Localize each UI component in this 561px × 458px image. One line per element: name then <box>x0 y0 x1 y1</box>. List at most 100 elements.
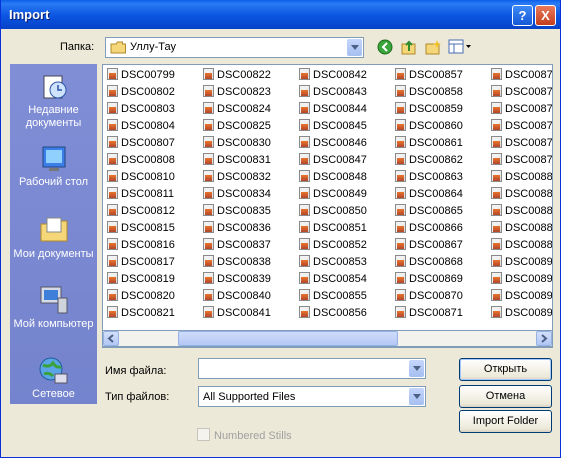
file-item[interactable]: DSC00843 <box>299 84 367 100</box>
file-item[interactable]: DSC0088 <box>491 237 552 253</box>
file-item[interactable]: DSC00848 <box>299 169 367 185</box>
file-item[interactable]: DSC0088 <box>491 203 552 219</box>
file-item[interactable]: DSC00799 <box>107 67 175 83</box>
file-item[interactable]: DSC00856 <box>299 305 367 321</box>
file-item[interactable]: DSC00844 <box>299 101 367 117</box>
file-item[interactable]: DSC00850 <box>299 203 367 219</box>
file-item[interactable]: DSC00821 <box>107 305 175 321</box>
file-item[interactable]: DSC00838 <box>203 254 271 270</box>
file-item[interactable]: DSC00810 <box>107 169 175 185</box>
file-item[interactable]: DSC00822 <box>203 67 271 83</box>
file-item[interactable]: DSC0087 <box>491 67 552 83</box>
file-item[interactable]: DSC00836 <box>203 220 271 236</box>
file-item[interactable]: DSC0088 <box>491 220 552 236</box>
filetype-select[interactable]: All Supported Files <box>198 386 426 407</box>
file-item[interactable]: DSC00853 <box>299 254 367 270</box>
file-item[interactable]: DSC00868 <box>395 254 463 270</box>
file-item[interactable]: DSC00861 <box>395 135 463 151</box>
view-menu-icon[interactable] <box>448 39 472 55</box>
place-network[interactable]: Сетевое <box>10 356 97 401</box>
file-item[interactable]: DSC0089 <box>491 254 552 270</box>
file-item[interactable]: DSC00857 <box>395 67 463 83</box>
file-item[interactable]: DSC0087 <box>491 118 552 134</box>
file-item[interactable]: DSC00808 <box>107 152 175 168</box>
filetype-dropdown-icon[interactable] <box>409 388 424 405</box>
file-item[interactable]: DSC00846 <box>299 135 367 151</box>
file-item[interactable]: DSC0089 <box>491 271 552 287</box>
file-item[interactable]: DSC00812 <box>107 203 175 219</box>
numbered-stills-checkbox[interactable]: Numbered Stills <box>197 428 292 442</box>
file-item[interactable]: DSC00871 <box>395 305 463 321</box>
file-item[interactable]: DSC00855 <box>299 288 367 304</box>
file-item[interactable]: DSC00865 <box>395 203 463 219</box>
file-item[interactable]: DSC00867 <box>395 237 463 253</box>
file-item[interactable]: DSC00825 <box>203 118 271 134</box>
file-item[interactable]: DSC0088 <box>491 186 552 202</box>
file-item[interactable]: DSC00804 <box>107 118 175 134</box>
cancel-button[interactable]: Отмена <box>459 385 552 408</box>
file-item[interactable]: DSC00839 <box>203 271 271 287</box>
scroll-right-icon[interactable] <box>536 331 552 346</box>
file-item[interactable]: DSC00831 <box>203 152 271 168</box>
file-item[interactable]: DSC00860 <box>395 118 463 134</box>
file-item[interactable]: DSC0087 <box>491 152 552 168</box>
file-item[interactable]: DSC0087 <box>491 84 552 100</box>
folder-combo[interactable]: Уллу-Тау <box>105 37 364 58</box>
open-button[interactable]: Открыть <box>459 358 552 381</box>
file-item[interactable]: DSC00811 <box>107 186 174 202</box>
file-item[interactable]: DSC0089 <box>491 288 552 304</box>
place-desktop[interactable]: Рабочий стол <box>10 144 97 189</box>
file-item[interactable]: DSC00817 <box>107 254 175 270</box>
file-item[interactable]: DSC00816 <box>107 237 175 253</box>
file-item[interactable]: DSC00858 <box>395 84 463 100</box>
file-item[interactable]: DSC00840 <box>203 288 271 304</box>
file-item[interactable]: DSC00851 <box>299 220 367 236</box>
file-item[interactable]: DSC00824 <box>203 101 271 117</box>
place-recent[interactable]: Недавние документы <box>10 72 97 130</box>
scroll-left-icon[interactable] <box>103 331 119 346</box>
file-item[interactable]: DSC00832 <box>203 169 271 185</box>
file-item[interactable]: DSC00845 <box>299 118 367 134</box>
file-item[interactable]: DSC00820 <box>107 288 175 304</box>
import-folder-button[interactable]: Import Folder <box>459 410 552 433</box>
file-item[interactable]: DSC00803 <box>107 101 175 117</box>
file-item[interactable]: DSC00834 <box>203 186 271 202</box>
scroll-thumb[interactable] <box>178 331 398 346</box>
file-item[interactable]: DSC00823 <box>203 84 271 100</box>
file-item[interactable]: DSC0087 <box>491 135 552 151</box>
place-my-documents[interactable]: Мои документы <box>10 214 97 261</box>
file-item[interactable]: DSC00869 <box>395 271 463 287</box>
file-item[interactable]: DSC0087 <box>491 101 552 117</box>
up-folder-icon[interactable] <box>400 38 418 56</box>
chevron-down-icon[interactable] <box>347 39 362 56</box>
file-list[interactable]: DSC00799 DSC00802 DSC00803 DSC00804 DSC00807… <box>102 64 553 348</box>
file-item[interactable]: DSC00852 <box>299 237 367 253</box>
file-item[interactable]: DSC0089 <box>491 305 552 321</box>
file-item[interactable]: DSC00863 <box>395 169 463 185</box>
filename-dropdown-icon[interactable] <box>409 360 424 377</box>
filename-input[interactable] <box>198 358 426 379</box>
checkbox-box[interactable] <box>197 428 210 441</box>
file-item[interactable]: DSC00866 <box>395 220 463 236</box>
close-button[interactable]: X <box>535 5 556 26</box>
file-item[interactable]: DSC00864 <box>395 186 463 202</box>
file-item[interactable]: DSC0088 <box>491 169 552 185</box>
file-item[interactable]: DSC00815 <box>107 220 175 236</box>
file-item[interactable]: DSC00830 <box>203 135 271 151</box>
file-item[interactable]: DSC00854 <box>299 271 367 287</box>
file-item[interactable]: DSC00859 <box>395 101 463 117</box>
place-my-computer[interactable]: Мой компьютер <box>10 284 97 331</box>
horizontal-scrollbar[interactable] <box>102 330 553 347</box>
file-item[interactable]: DSC00819 <box>107 271 175 287</box>
file-item[interactable]: DSC00835 <box>203 203 271 219</box>
help-button[interactable]: ? <box>512 5 533 26</box>
file-item[interactable]: DSC00802 <box>107 84 175 100</box>
title-bar[interactable]: Import ? X <box>1 0 560 29</box>
file-item[interactable]: DSC00837 <box>203 237 271 253</box>
file-item[interactable]: DSC00847 <box>299 152 367 168</box>
back-icon[interactable] <box>377 39 393 55</box>
file-item[interactable]: DSC00849 <box>299 186 367 202</box>
file-item[interactable]: DSC00841 <box>203 305 271 321</box>
file-item[interactable]: DSC00807 <box>107 135 175 151</box>
file-item[interactable]: DSC00842 <box>299 67 367 83</box>
